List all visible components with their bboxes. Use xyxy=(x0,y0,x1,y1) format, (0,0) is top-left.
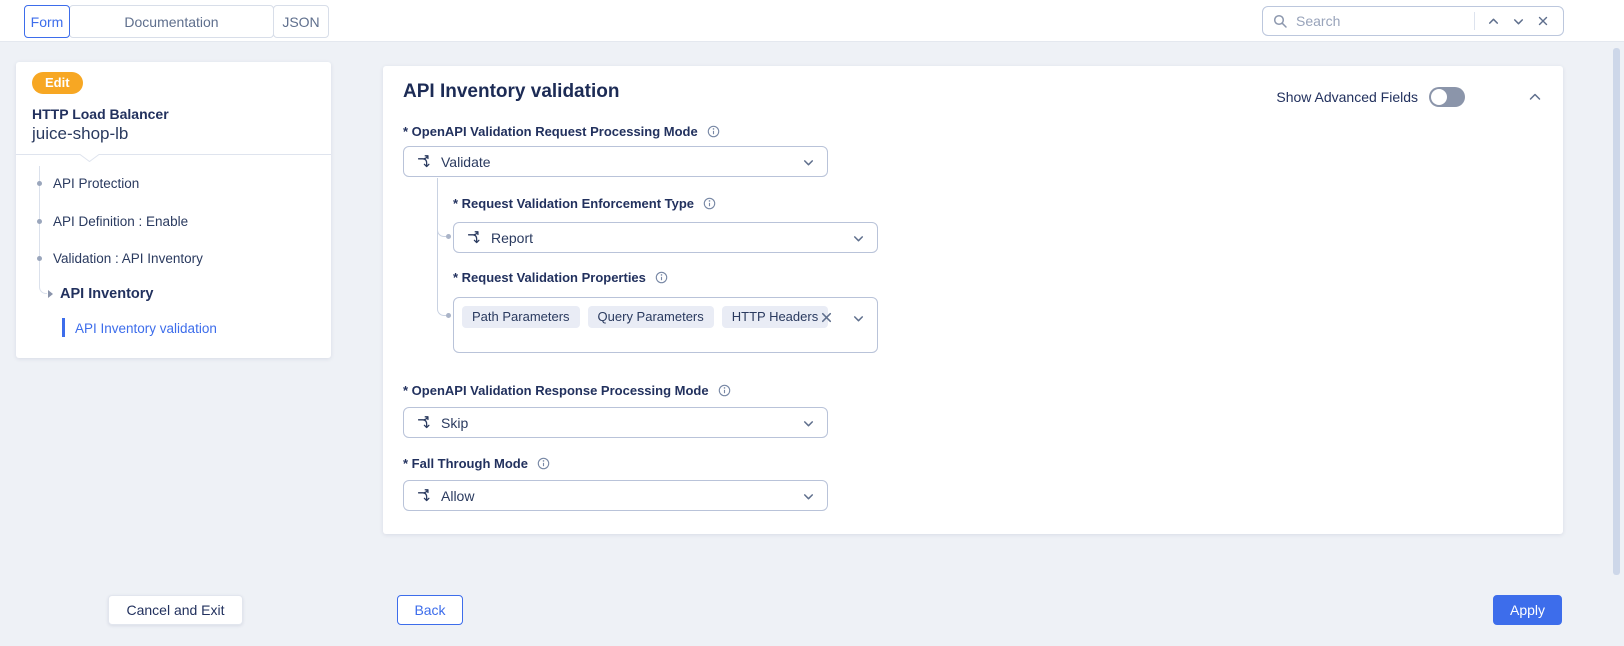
validation-properties-multiselect[interactable]: Path Parameters Query Parameters HTTP He… xyxy=(453,297,878,353)
sidebar-item-api-protection[interactable]: API Protection xyxy=(53,176,139,191)
response-processing-mode-label-row: * OpenAPI Validation Response Processing… xyxy=(403,383,731,398)
tab-form[interactable]: Form xyxy=(24,5,70,38)
cancel-and-exit-button[interactable]: Cancel and Exit xyxy=(108,595,243,625)
page: Form Documentation JSON Edit HTTP Load B… xyxy=(0,0,1624,646)
chevron-down-icon xyxy=(1512,15,1525,28)
tree-bullet-icon xyxy=(37,181,42,186)
search-close-button[interactable] xyxy=(1531,13,1555,29)
tag-path-parameters[interactable]: Path Parameters xyxy=(462,306,580,328)
tab-json[interactable]: JSON xyxy=(273,5,329,38)
chevron-down-icon xyxy=(802,490,815,508)
clear-all-icon[interactable] xyxy=(820,311,833,329)
collapse-section-button[interactable] xyxy=(1527,89,1543,105)
apply-button[interactable]: Apply xyxy=(1493,595,1562,625)
select-value: Skip xyxy=(441,414,469,431)
edit-badge: Edit xyxy=(32,72,83,94)
search-prev-button[interactable] xyxy=(1481,13,1506,30)
chevron-down-icon xyxy=(802,417,815,435)
form-panel: API Inventory validation Show Advanced F… xyxy=(383,66,1563,534)
search-next-button[interactable] xyxy=(1506,13,1531,30)
field-label: * Request Validation Enforcement Type xyxy=(453,196,695,211)
topbar: Form Documentation JSON xyxy=(0,0,1624,42)
section-title: API Inventory validation xyxy=(403,81,620,102)
tag-http-headers[interactable]: HTTP Headers xyxy=(721,306,829,328)
connector-dot xyxy=(446,313,451,318)
sidebar-divider xyxy=(16,152,331,170)
chevron-down-icon[interactable] xyxy=(852,312,865,330)
tree-elbow xyxy=(39,284,47,294)
field-label: * OpenAPI Validation Response Processing… xyxy=(403,383,709,398)
search-input[interactable] xyxy=(1296,13,1468,29)
nested-connector-elbow xyxy=(437,228,446,237)
info-icon[interactable] xyxy=(707,125,720,138)
nested-connector-line xyxy=(437,178,438,308)
select-value: Allow xyxy=(441,487,475,504)
search-divider xyxy=(1474,12,1475,30)
nested-connector-elbow xyxy=(437,307,446,316)
search-icon xyxy=(1273,14,1288,29)
tree-arrow-icon xyxy=(48,290,53,298)
object-name: juice-shop-lb xyxy=(32,124,129,143)
info-icon[interactable] xyxy=(537,457,550,470)
scrollbar[interactable] xyxy=(1613,48,1620,575)
response-processing-mode-select[interactable]: Skip xyxy=(403,407,828,438)
validation-properties-label-row: * Request Validation Properties xyxy=(453,270,668,285)
object-type-label: HTTP Load Balancer xyxy=(32,106,169,122)
view-tabs: Form Documentation JSON xyxy=(24,5,329,38)
field-label: * Request Validation Properties xyxy=(453,270,646,285)
info-icon[interactable] xyxy=(703,197,716,210)
enum-branch-icon xyxy=(417,488,432,503)
field-label: * Fall Through Mode xyxy=(403,456,528,471)
chevron-down-icon xyxy=(802,156,815,174)
back-button[interactable]: Back xyxy=(397,595,463,625)
request-processing-mode-label-row: * OpenAPI Validation Request Processing … xyxy=(403,124,720,139)
enforcement-type-select[interactable]: Report xyxy=(453,222,878,253)
tree-bullet-icon xyxy=(37,256,42,261)
search-box xyxy=(1262,6,1564,36)
enum-branch-icon xyxy=(467,230,482,245)
select-value: Report xyxy=(491,229,534,246)
sidebar-item-validation[interactable]: Validation : API Inventory xyxy=(53,251,203,266)
tab-documentation[interactable]: Documentation xyxy=(69,5,274,38)
sidebar-item-api-inventory-validation[interactable]: API Inventory validation xyxy=(75,321,217,336)
connector-dot xyxy=(446,234,451,239)
selected-item-bar xyxy=(62,318,65,337)
advanced-fields-toggle[interactable] xyxy=(1429,87,1465,107)
info-icon[interactable] xyxy=(655,271,668,284)
field-label: * OpenAPI Validation Request Processing … xyxy=(403,124,698,139)
fall-through-mode-select[interactable]: Allow xyxy=(403,480,828,511)
close-icon xyxy=(1537,15,1549,27)
chevron-up-icon xyxy=(1487,15,1500,28)
chevron-down-icon xyxy=(852,232,865,250)
tree-bullet-icon xyxy=(37,219,42,224)
info-icon[interactable] xyxy=(718,384,731,397)
enum-branch-icon xyxy=(417,154,432,169)
fall-through-mode-label-row: * Fall Through Mode xyxy=(403,456,550,471)
chevron-up-icon xyxy=(1527,89,1543,105)
toggle-knob xyxy=(1431,89,1447,105)
sidebar-item-api-inventory[interactable]: API Inventory xyxy=(60,286,153,302)
tag-query-parameters[interactable]: Query Parameters xyxy=(587,306,714,328)
enforcement-type-label-row: * Request Validation Enforcement Type xyxy=(453,196,716,211)
sidebar: Edit HTTP Load Balancer juice-shop-lb AP… xyxy=(16,62,331,358)
select-value: Validate xyxy=(441,153,491,170)
request-processing-mode-select[interactable]: Validate xyxy=(403,146,828,177)
enum-branch-icon xyxy=(417,415,432,430)
sidebar-item-api-definition[interactable]: API Definition : Enable xyxy=(53,214,188,229)
advanced-fields-row: Show Advanced Fields xyxy=(1276,87,1543,107)
advanced-fields-label: Show Advanced Fields xyxy=(1276,89,1418,105)
